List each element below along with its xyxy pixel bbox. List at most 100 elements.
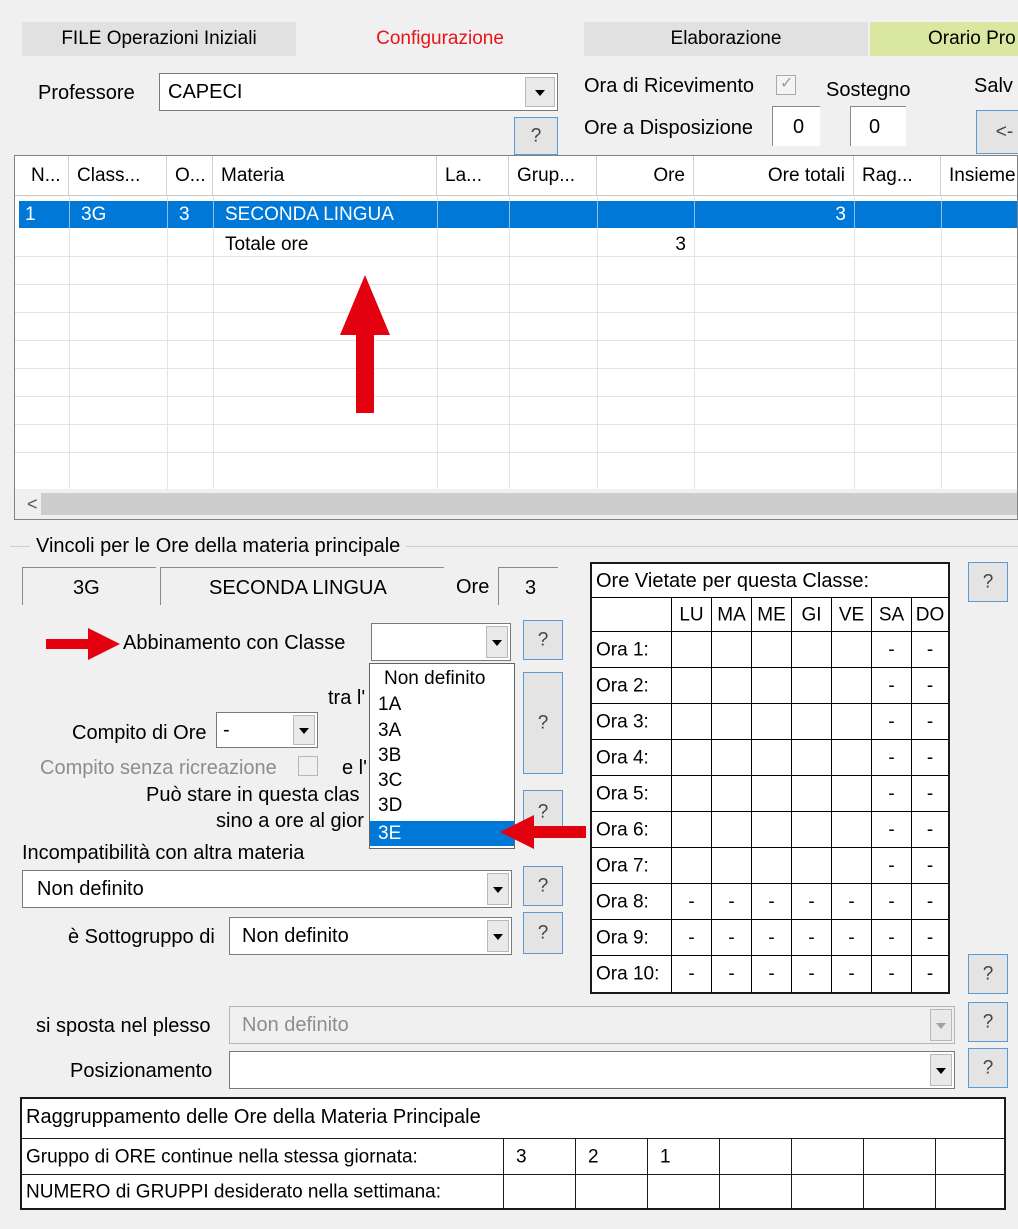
incompat-help-button[interactable]: ? xyxy=(523,866,563,906)
ora-vietata-cell[interactable] xyxy=(832,668,872,704)
ora-vietata-cell[interactable] xyxy=(792,704,832,740)
gruppo-row-cell[interactable]: 2 xyxy=(576,1139,648,1175)
disposizione-field-2[interactable]: 0 xyxy=(850,106,906,146)
ora-vietata-cell[interactable] xyxy=(752,776,792,812)
ora-vietata-cell[interactable] xyxy=(832,704,872,740)
dropdown-option[interactable]: Non definito xyxy=(370,666,514,691)
ora-vietata-cell[interactable]: - xyxy=(672,920,712,956)
ora-vietata-cell[interactable]: - xyxy=(912,704,948,740)
ora-vietata-cell[interactable] xyxy=(792,812,832,848)
ora-vietata-cell[interactable]: - xyxy=(672,956,712,992)
compito-combo[interactable]: - xyxy=(216,712,318,748)
ora-vietata-cell[interactable] xyxy=(752,632,792,668)
ora-vietata-cell[interactable]: - xyxy=(912,920,948,956)
ora-vietata-cell[interactable]: - xyxy=(872,668,912,704)
plesso-combo[interactable]: Non definito xyxy=(229,1006,955,1044)
numero-row-cell[interactable] xyxy=(648,1175,720,1209)
ora-vietata-cell[interactable]: - xyxy=(832,884,872,920)
ora-vietata-cell[interactable]: - xyxy=(672,884,712,920)
dropdown-option-selected[interactable]: 3E xyxy=(370,821,514,846)
ora-vietata-cell[interactable]: - xyxy=(912,848,948,884)
tab-elaborazione[interactable]: Elaborazione xyxy=(584,22,868,56)
col-n[interactable]: N... xyxy=(15,156,69,196)
ora-vietata-cell[interactable]: - xyxy=(872,956,912,992)
col-o[interactable]: O... xyxy=(167,156,213,196)
ora-vietata-cell[interactable]: - xyxy=(912,956,948,992)
ora-vietata-cell[interactable] xyxy=(672,812,712,848)
ora-vietata-cell[interactable] xyxy=(672,776,712,812)
chevron-down-icon[interactable] xyxy=(930,1009,952,1041)
ora-vietata-cell[interactable] xyxy=(712,848,752,884)
ora-vietata-cell[interactable]: - xyxy=(912,668,948,704)
sottogruppo-combo[interactable]: Non definito xyxy=(229,917,512,955)
dropdown-option[interactable]: 3C xyxy=(370,768,514,793)
ora-vietata-cell[interactable] xyxy=(792,632,832,668)
gruppo-row-cell[interactable]: 1 xyxy=(648,1139,720,1175)
ora-vietata-cell[interactable] xyxy=(712,740,752,776)
abbinamento-help-button[interactable]: ? xyxy=(523,620,563,660)
ora-vietata-cell[interactable] xyxy=(792,740,832,776)
ora-vietata-cell[interactable]: - xyxy=(872,704,912,740)
col-insieme[interactable]: Insieme xyxy=(941,156,1017,196)
numero-row-cell[interactable] xyxy=(576,1175,648,1209)
gruppo-row-cell[interactable] xyxy=(720,1139,792,1175)
ora-vietata-cell[interactable]: - xyxy=(752,956,792,992)
ora-vietata-cell[interactable]: - xyxy=(872,920,912,956)
plesso-help-button[interactable]: ? xyxy=(968,1002,1008,1042)
scroll-thumb[interactable] xyxy=(41,493,1017,515)
ora-vietata-cell[interactable] xyxy=(672,848,712,884)
grid-horizontal-scrollbar[interactable]: < xyxy=(15,489,1017,519)
gruppo-row-cell[interactable] xyxy=(864,1139,936,1175)
ora-vietata-cell[interactable]: - xyxy=(752,884,792,920)
gruppo-row-cell[interactable]: 3 xyxy=(504,1139,576,1175)
ora-vietata-cell[interactable] xyxy=(712,668,752,704)
ora-vietata-cell[interactable] xyxy=(712,632,752,668)
col-rag[interactable]: Rag... xyxy=(854,156,941,196)
ora-vietata-cell[interactable]: - xyxy=(832,920,872,956)
ora-vietata-cell[interactable]: - xyxy=(792,884,832,920)
ora-vietata-cell[interactable]: - xyxy=(712,920,752,956)
numero-row-cell[interactable] xyxy=(792,1175,864,1209)
abbinamento-dropdown-list[interactable]: Non definito 1A 3A 3B 3C 3D 3E xyxy=(369,663,515,849)
ora-vietata-cell[interactable] xyxy=(672,632,712,668)
ora-vietata-cell[interactable] xyxy=(672,668,712,704)
ora-vietata-cell[interactable]: - xyxy=(752,920,792,956)
ora-vietata-cell[interactable] xyxy=(672,740,712,776)
col-ore-totali[interactable]: Ore totali xyxy=(694,156,854,196)
ore-vietate-help-button[interactable]: ? xyxy=(968,562,1008,602)
ora-vietata-cell[interactable] xyxy=(672,704,712,740)
incompat-combo[interactable]: Non definito xyxy=(22,870,512,908)
ora-vietata-cell[interactable] xyxy=(832,740,872,776)
ora-vietata-cell[interactable]: - xyxy=(792,956,832,992)
ora-vietata-cell[interactable] xyxy=(752,668,792,704)
ora-vietata-cell[interactable]: - xyxy=(912,812,948,848)
chevron-down-icon[interactable] xyxy=(930,1054,952,1086)
dropdown-option[interactable]: 1A xyxy=(370,692,514,717)
chevron-down-icon[interactable] xyxy=(293,715,315,745)
ora-vietata-cell[interactable] xyxy=(752,740,792,776)
ora-vietata-cell[interactable]: - xyxy=(912,884,948,920)
posiz-help-button[interactable]: ? xyxy=(968,1048,1008,1088)
ore-grid[interactable]: N... Class... O... Materia La... Grup...… xyxy=(14,155,1018,520)
dropdown-option[interactable]: 3D xyxy=(370,793,514,818)
professore-combo[interactable]: CAPECI xyxy=(159,73,558,111)
ora-vietata-cell[interactable] xyxy=(832,848,872,884)
ora-vietata-cell[interactable]: - xyxy=(832,956,872,992)
ora-vietata-cell[interactable]: - xyxy=(912,632,948,668)
ora-vietata-cell[interactable]: - xyxy=(872,884,912,920)
ora-vietata-cell[interactable] xyxy=(792,668,832,704)
numero-row-cell[interactable] xyxy=(504,1175,576,1209)
dropdown-option[interactable]: 3B xyxy=(370,743,514,768)
chevron-down-icon[interactable] xyxy=(525,77,555,107)
ricevimento-checkbox[interactable]: ✓ xyxy=(776,75,796,95)
numero-row-cell[interactable] xyxy=(936,1175,1006,1209)
compito-senza-checkbox[interactable] xyxy=(298,756,318,776)
ora-vietata-cell[interactable]: - xyxy=(872,848,912,884)
ora-vietata-cell[interactable]: - xyxy=(872,776,912,812)
salva-label[interactable]: Salv xyxy=(974,76,1013,96)
ora-vietata-cell[interactable] xyxy=(752,812,792,848)
col-grup[interactable]: Grup... xyxy=(509,156,597,196)
ora-vietata-cell[interactable] xyxy=(752,848,792,884)
ore-vietate-help-button-2[interactable]: ? xyxy=(968,954,1008,994)
ora-vietata-cell[interactable]: - xyxy=(792,920,832,956)
